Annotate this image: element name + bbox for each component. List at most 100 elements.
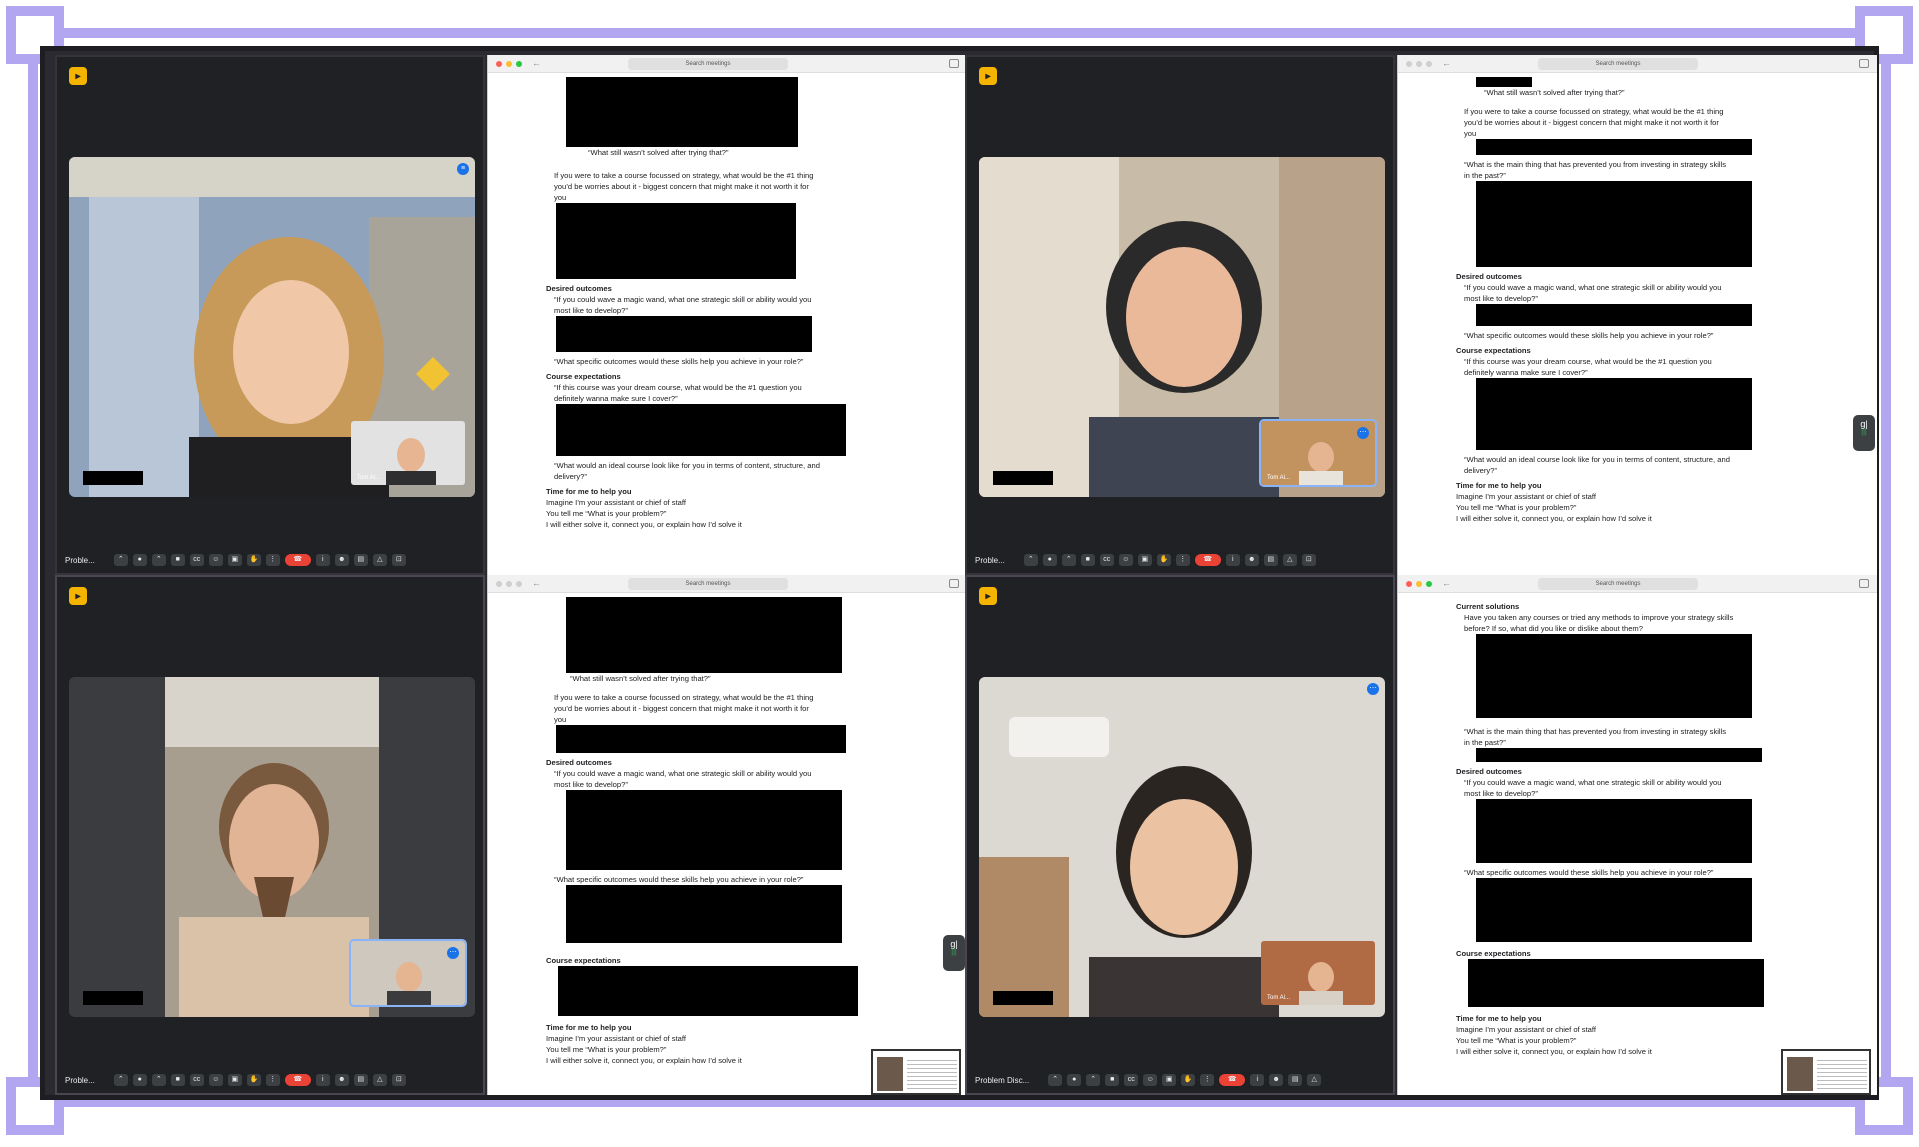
emoji-icon[interactable]: ☺ [208, 1074, 223, 1086]
search-meetings-field[interactable]: Search meetings [628, 578, 788, 590]
redaction-block [556, 316, 812, 352]
more-icon[interactable]: ⋮ [265, 554, 280, 566]
mic-options-icon[interactable]: ⌃ [1048, 1074, 1063, 1086]
people-icon[interactable]: ☻ [334, 554, 349, 566]
meeting-name[interactable]: Problem Disc... [975, 1076, 1029, 1085]
camera-options-icon[interactable]: ⌃ [151, 1074, 166, 1086]
window-controls[interactable] [496, 61, 522, 67]
people-icon[interactable]: ☻ [1244, 554, 1259, 566]
emoji-icon[interactable]: ☺ [1118, 554, 1133, 566]
camera-icon[interactable]: ■ [1105, 1074, 1120, 1086]
mic-options-icon[interactable]: ⌃ [113, 1074, 128, 1086]
search-meetings-field[interactable]: Search meetings [628, 58, 788, 70]
camera-options-icon[interactable]: ⌃ [151, 554, 166, 566]
redaction-block [1476, 748, 1762, 762]
sidebar-toggle-icon[interactable] [949, 579, 959, 588]
present-icon[interactable]: ▣ [1137, 554, 1152, 566]
meet-logo-icon: ▸ [69, 67, 87, 85]
activities-icon[interactable]: △ [372, 1074, 387, 1086]
people-icon[interactable]: ☻ [1269, 1074, 1284, 1086]
mic-icon[interactable]: ● [1042, 554, 1057, 566]
camera-icon[interactable]: ■ [1080, 554, 1095, 566]
lock-icon[interactable]: ⊡ [391, 1074, 406, 1086]
sidebar-toggle-icon[interactable] [1859, 59, 1869, 68]
back-arrow-icon[interactable]: ← [532, 58, 541, 68]
doc-line: “What would an ideal course look like fo… [1464, 455, 1730, 464]
more-icon[interactable]: ⋮ [1175, 554, 1190, 566]
more-icon[interactable]: ⋮ [265, 1074, 280, 1086]
chat-icon[interactable]: ▤ [1263, 554, 1278, 566]
meeting-name[interactable]: Proble... [65, 556, 95, 565]
raise-hand-icon[interactable]: ✋ [246, 1074, 261, 1086]
meeting-name[interactable]: Proble... [975, 556, 1005, 565]
lock-icon[interactable]: ⊡ [391, 554, 406, 566]
info-icon[interactable]: i [1250, 1074, 1265, 1086]
camera-icon[interactable]: ■ [170, 554, 185, 566]
meet-window: ▸ ⋯ Proble... ⌃ ● ⌃ ■ cc ☺ ▣ ✋ ⋮ ☎ i ☻ ▤… [55, 575, 485, 1095]
present-icon[interactable]: ▣ [1162, 1074, 1177, 1086]
notes-content: “What still wasn’t solved after trying t… [1398, 73, 1877, 524]
activities-icon[interactable]: △ [372, 554, 387, 566]
self-view[interactable]: ⋯ Tom Al... [1259, 419, 1377, 487]
more-options-icon[interactable]: ⋯ [447, 947, 459, 959]
chat-icon[interactable]: ▤ [1288, 1074, 1303, 1086]
end-call-button[interactable]: ☎ [1219, 1074, 1246, 1086]
back-arrow-icon[interactable]: ← [1442, 578, 1451, 588]
info-icon[interactable]: i [315, 554, 330, 566]
people-icon[interactable]: ☻ [334, 1074, 349, 1086]
chat-icon[interactable]: ▤ [353, 1074, 368, 1086]
back-arrow-icon[interactable]: ← [532, 578, 541, 588]
window-controls[interactable] [1406, 61, 1432, 67]
info-icon[interactable]: i [1225, 554, 1240, 566]
self-view[interactable]: Tom Al... [349, 419, 467, 487]
captions-icon[interactable]: cc [1124, 1074, 1139, 1086]
screen-share-thumbnail[interactable] [1781, 1049, 1871, 1095]
end-call-button[interactable]: ☎ [1194, 554, 1221, 566]
end-call-button[interactable]: ☎ [284, 554, 311, 566]
search-meetings-field[interactable]: Search meetings [1538, 578, 1698, 590]
camera-options-icon[interactable]: ⌃ [1086, 1074, 1101, 1086]
name-redaction [993, 471, 1053, 485]
mic-options-icon[interactable]: ⌃ [1023, 554, 1038, 566]
doc-line: most like to develop?” [554, 306, 628, 315]
raise-hand-icon[interactable]: ✋ [246, 554, 261, 566]
emoji-icon[interactable]: ☺ [208, 554, 223, 566]
more-options-icon[interactable]: ⋯ [1357, 427, 1369, 439]
captions-icon[interactable]: cc [189, 1074, 204, 1086]
camera-icon[interactable]: ■ [170, 1074, 185, 1086]
captions-icon[interactable]: cc [189, 554, 204, 566]
raise-hand-icon[interactable]: ✋ [1181, 1074, 1196, 1086]
present-icon[interactable]: ▣ [227, 1074, 242, 1086]
doc-line: you [1464, 129, 1477, 138]
self-view[interactable]: ⋯ [349, 939, 467, 1007]
voice-assistant-chip[interactable]: g| ||| [1853, 415, 1875, 451]
mic-icon[interactable]: ● [132, 1074, 147, 1086]
emoji-icon[interactable]: ☺ [1143, 1074, 1158, 1086]
back-arrow-icon[interactable]: ← [1442, 58, 1451, 68]
doc-line: “If you could wave a magic wand, what on… [1464, 283, 1722, 292]
more-icon[interactable]: ⋮ [1200, 1074, 1215, 1086]
meeting-name[interactable]: Proble... [65, 1076, 95, 1085]
sidebar-toggle-icon[interactable] [949, 59, 959, 68]
window-controls[interactable] [1406, 581, 1432, 587]
voice-assistant-chip[interactable]: g| ||| [943, 935, 965, 971]
camera-options-icon[interactable]: ⌃ [1061, 554, 1076, 566]
raise-hand-icon[interactable]: ✋ [1156, 554, 1171, 566]
screen-share-thumbnail[interactable] [871, 1049, 961, 1095]
window-controls[interactable] [496, 581, 522, 587]
sidebar-toggle-icon[interactable] [1859, 579, 1869, 588]
more-options-icon[interactable]: ⋯ [1367, 683, 1379, 695]
activities-icon[interactable]: △ [1307, 1074, 1322, 1086]
present-icon[interactable]: ▣ [227, 554, 242, 566]
self-view[interactable]: Tom Al... [1259, 939, 1377, 1007]
mic-icon[interactable]: ● [132, 554, 147, 566]
chat-icon[interactable]: ▤ [353, 554, 368, 566]
mic-options-icon[interactable]: ⌃ [113, 554, 128, 566]
captions-icon[interactable]: cc [1099, 554, 1114, 566]
lock-icon[interactable]: ⊡ [1301, 554, 1316, 566]
search-meetings-field[interactable]: Search meetings [1538, 58, 1698, 70]
info-icon[interactable]: i [315, 1074, 330, 1086]
activities-icon[interactable]: △ [1282, 554, 1297, 566]
end-call-button[interactable]: ☎ [284, 1074, 311, 1086]
mic-icon[interactable]: ● [1067, 1074, 1082, 1086]
